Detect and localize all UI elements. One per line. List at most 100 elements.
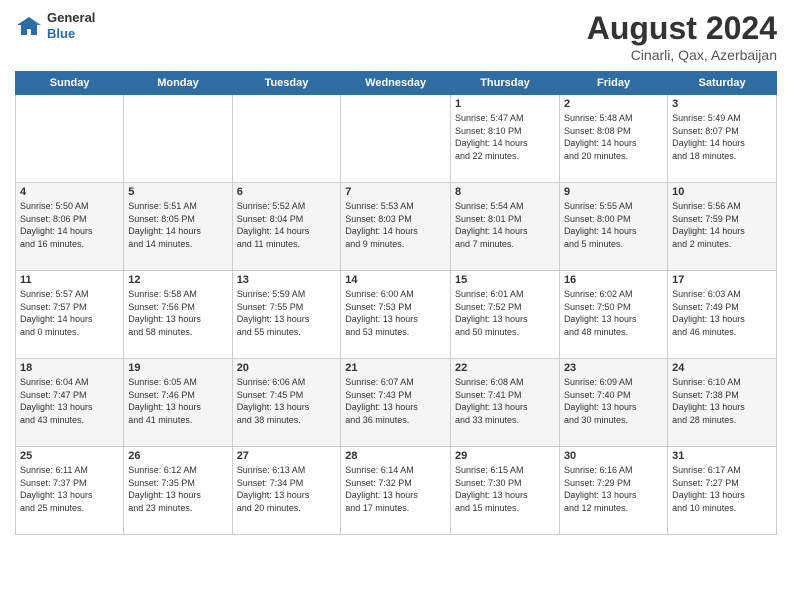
day-info: Sunrise: 6:04 AM Sunset: 7:47 PM Dayligh…: [20, 376, 119, 426]
calendar-day-cell: 6 Sunrise: 5:52 AM Sunset: 8:04 PM Daylig…: [232, 183, 341, 271]
day-info: Sunrise: 5:52 AM Sunset: 8:04 PM Dayligh…: [237, 200, 337, 250]
calendar-week-row: 1 Sunrise: 5:47 AM Sunset: 8:10 PM Daylig…: [16, 95, 777, 183]
weekday-header: Monday: [124, 72, 232, 95]
calendar-day-cell: 16 Sunrise: 6:02 AM Sunset: 7:50 PM Dayli…: [559, 271, 667, 359]
title-block: August 2024 Cinarli, Qax, Azerbaijan: [587, 10, 777, 63]
calendar-day-cell: 3 Sunrise: 5:49 AM Sunset: 8:07 PM Daylig…: [668, 95, 777, 183]
calendar-week-row: 25 Sunrise: 6:11 AM Sunset: 7:37 PM Dayli…: [16, 447, 777, 535]
day-number: 29: [455, 450, 555, 462]
day-number: 27: [237, 450, 337, 462]
calendar-day-cell: 24 Sunrise: 6:10 AM Sunset: 7:38 PM Dayli…: [668, 359, 777, 447]
calendar-day-cell: 4 Sunrise: 5:50 AM Sunset: 8:06 PM Daylig…: [16, 183, 124, 271]
calendar-day-cell: 30 Sunrise: 6:16 AM Sunset: 7:29 PM Dayli…: [559, 447, 667, 535]
calendar-header-row: SundayMondayTuesdayWednesdayThursdayFrid…: [16, 72, 777, 95]
calendar-table: SundayMondayTuesdayWednesdayThursdayFrid…: [15, 71, 777, 535]
calendar-day-cell: 22 Sunrise: 6:08 AM Sunset: 7:41 PM Dayli…: [450, 359, 559, 447]
day-number: 6: [237, 186, 337, 198]
calendar-day-cell: 1 Sunrise: 5:47 AM Sunset: 8:10 PM Daylig…: [450, 95, 559, 183]
day-number: 20: [237, 362, 337, 374]
day-number: 22: [455, 362, 555, 374]
calendar-day-cell: 25 Sunrise: 6:11 AM Sunset: 7:37 PM Dayli…: [16, 447, 124, 535]
calendar-day-cell: [341, 95, 451, 183]
day-number: 18: [20, 362, 119, 374]
calendar-day-cell: 15Sunrise: 6:01 AM Sunset: 7:52 PM Dayli…: [450, 271, 559, 359]
calendar-day-cell: 5Sunrise: 5:51 AM Sunset: 8:05 PM Daylig…: [124, 183, 232, 271]
day-number: 2: [564, 98, 663, 110]
logo-icon: [15, 15, 43, 37]
day-number: 10: [672, 186, 772, 198]
calendar-week-row: 4 Sunrise: 5:50 AM Sunset: 8:06 PM Daylig…: [16, 183, 777, 271]
day-info: Sunrise: 5:58 AM Sunset: 7:56 PM Dayligh…: [128, 288, 227, 338]
day-number: 16: [564, 274, 663, 286]
day-info: Sunrise: 5:55 AM Sunset: 8:00 PM Dayligh…: [564, 200, 663, 250]
calendar-day-cell: [16, 95, 124, 183]
calendar-day-cell: 13 Sunrise: 5:59 AM Sunset: 7:55 PM Dayli…: [232, 271, 341, 359]
day-info: Sunrise: 5:51 AM Sunset: 8:05 PM Dayligh…: [128, 200, 227, 250]
day-info: Sunrise: 5:53 AM Sunset: 8:03 PM Dayligh…: [345, 200, 446, 250]
logo-blue-text: Blue: [47, 26, 95, 42]
day-info: Sunrise: 6:12 AM Sunset: 7:35 PM Dayligh…: [128, 464, 227, 514]
day-info: Sunrise: 6:16 AM Sunset: 7:29 PM Dayligh…: [564, 464, 663, 514]
day-info: Sunrise: 6:11 AM Sunset: 7:37 PM Dayligh…: [20, 464, 119, 514]
day-number: 11: [20, 274, 119, 286]
day-info: Sunrise: 6:07 AM Sunset: 7:43 PM Dayligh…: [345, 376, 446, 426]
calendar-day-cell: 27 Sunrise: 6:13 AM Sunset: 7:34 PM Dayli…: [232, 447, 341, 535]
calendar-day-cell: 26Sunrise: 6:12 AM Sunset: 7:35 PM Dayli…: [124, 447, 232, 535]
calendar-day-cell: 17Sunrise: 6:03 AM Sunset: 7:49 PM Dayli…: [668, 271, 777, 359]
day-info: Sunrise: 6:13 AM Sunset: 7:34 PM Dayligh…: [237, 464, 337, 514]
day-number: 25: [20, 450, 119, 462]
day-number: 30: [564, 450, 663, 462]
day-info: Sunrise: 6:10 AM Sunset: 7:38 PM Dayligh…: [672, 376, 772, 426]
day-number: 28: [345, 450, 446, 462]
calendar-day-cell: 29 Sunrise: 6:15 AM Sunset: 7:30 PM Dayli…: [450, 447, 559, 535]
logo: General Blue: [15, 10, 95, 41]
day-number: 19: [128, 362, 227, 374]
day-info: Sunrise: 6:17 AM Sunset: 7:27 PM Dayligh…: [672, 464, 772, 514]
day-info: Sunrise: 6:08 AM Sunset: 7:41 PM Dayligh…: [455, 376, 555, 426]
day-number: 4: [20, 186, 119, 198]
calendar-day-cell: 19Sunrise: 6:05 AM Sunset: 7:46 PM Dayli…: [124, 359, 232, 447]
day-info: Sunrise: 5:56 AM Sunset: 7:59 PM Dayligh…: [672, 200, 772, 250]
day-number: 8: [455, 186, 555, 198]
calendar-day-cell: 10 Sunrise: 5:56 AM Sunset: 7:59 PM Dayli…: [668, 183, 777, 271]
calendar-day-cell: 23 Sunrise: 6:09 AM Sunset: 7:40 PM Dayli…: [559, 359, 667, 447]
day-info: Sunrise: 6:15 AM Sunset: 7:30 PM Dayligh…: [455, 464, 555, 514]
calendar-day-cell: 21Sunrise: 6:07 AM Sunset: 7:43 PM Dayli…: [341, 359, 451, 447]
weekday-header: Tuesday: [232, 72, 341, 95]
weekday-header: Friday: [559, 72, 667, 95]
day-number: 31: [672, 450, 772, 462]
day-info: Sunrise: 6:00 AM Sunset: 7:53 PM Dayligh…: [345, 288, 446, 338]
calendar-day-cell: 11Sunrise: 5:57 AM Sunset: 7:57 PM Dayli…: [16, 271, 124, 359]
day-number: 23: [564, 362, 663, 374]
day-info: Sunrise: 5:59 AM Sunset: 7:55 PM Dayligh…: [237, 288, 337, 338]
calendar-day-cell: 2 Sunrise: 5:48 AM Sunset: 8:08 PM Daylig…: [559, 95, 667, 183]
day-info: Sunrise: 5:49 AM Sunset: 8:07 PM Dayligh…: [672, 112, 772, 162]
page-header: General Blue August 2024 Cinarli, Qax, A…: [15, 10, 777, 63]
calendar-day-cell: 14 Sunrise: 6:00 AM Sunset: 7:53 PM Dayli…: [341, 271, 451, 359]
day-number: 14: [345, 274, 446, 286]
day-number: 9: [564, 186, 663, 198]
day-info: Sunrise: 6:09 AM Sunset: 7:40 PM Dayligh…: [564, 376, 663, 426]
day-info: Sunrise: 6:03 AM Sunset: 7:49 PM Dayligh…: [672, 288, 772, 338]
day-info: Sunrise: 6:06 AM Sunset: 7:45 PM Dayligh…: [237, 376, 337, 426]
day-info: Sunrise: 5:48 AM Sunset: 8:08 PM Dayligh…: [564, 112, 663, 162]
calendar-day-cell: 9 Sunrise: 5:55 AM Sunset: 8:00 PM Daylig…: [559, 183, 667, 271]
day-info: Sunrise: 6:02 AM Sunset: 7:50 PM Dayligh…: [564, 288, 663, 338]
weekday-header: Thursday: [450, 72, 559, 95]
calendar-day-cell: 20 Sunrise: 6:06 AM Sunset: 7:45 PM Dayli…: [232, 359, 341, 447]
calendar-day-cell: 18 Sunrise: 6:04 AM Sunset: 7:47 PM Dayli…: [16, 359, 124, 447]
month-title: August 2024: [587, 10, 777, 47]
day-number: 12: [128, 274, 227, 286]
calendar-day-cell: [124, 95, 232, 183]
day-info: Sunrise: 5:47 AM Sunset: 8:10 PM Dayligh…: [455, 112, 555, 162]
day-number: 3: [672, 98, 772, 110]
day-number: 13: [237, 274, 337, 286]
weekday-header: Sunday: [16, 72, 124, 95]
calendar-day-cell: 8Sunrise: 5:54 AM Sunset: 8:01 PM Daylig…: [450, 183, 559, 271]
weekday-header: Saturday: [668, 72, 777, 95]
day-number: 24: [672, 362, 772, 374]
day-info: Sunrise: 5:50 AM Sunset: 8:06 PM Dayligh…: [20, 200, 119, 250]
day-number: 1: [455, 98, 555, 110]
weekday-header: Wednesday: [341, 72, 451, 95]
page-container: General Blue August 2024 Cinarli, Qax, A…: [0, 0, 792, 545]
